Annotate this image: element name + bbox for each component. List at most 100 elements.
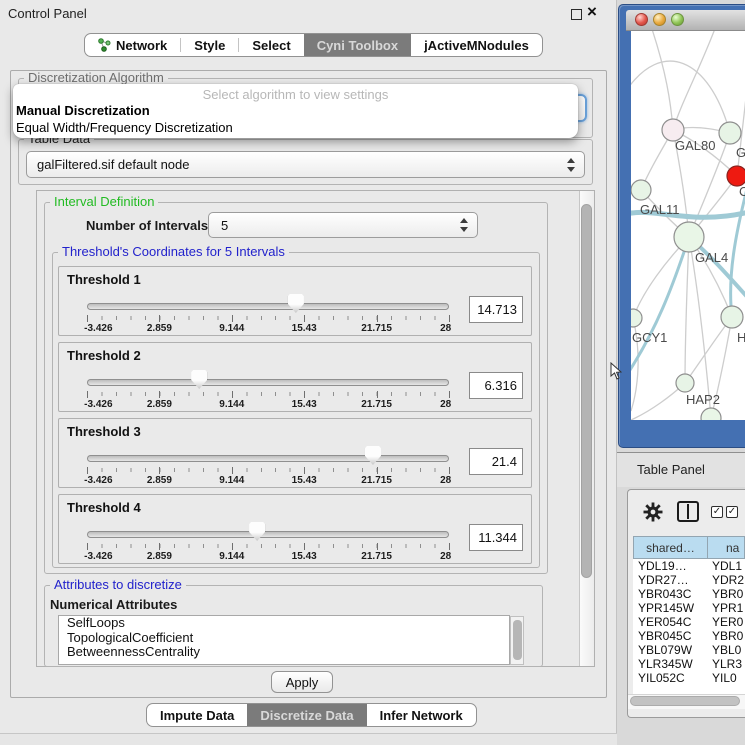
slider-handle[interactable] — [288, 294, 304, 313]
slider-handle[interactable] — [191, 370, 207, 389]
list-item[interactable]: SelfLoops — [59, 616, 509, 631]
select-none-checkbox-icon[interactable]: ✓ — [726, 506, 738, 518]
list-item[interactable]: BetweennessCentrality — [59, 645, 509, 660]
mouse-cursor — [610, 362, 622, 380]
threshold-value-input[interactable] — [469, 448, 523, 475]
threshold-label: Threshold 2 — [67, 348, 141, 363]
table-data-combo-value: galFiltered.sif default node — [37, 157, 189, 172]
attributes-group-title: Attributes to discretize — [50, 578, 186, 592]
popup-option-manual[interactable]: Manual Discretization — [16, 103, 150, 118]
tick-marks — [87, 468, 449, 472]
discretization-algorithm-title: Discretization Algorithm — [24, 71, 168, 85]
threshold-4-slider[interactable]: -3.4262.8599.14415.4321.71528 — [87, 522, 449, 564]
tab-cyni-toolbox[interactable]: Cyni Toolbox — [304, 34, 411, 56]
threshold-1-panel: Threshold 1 -3.4262.8599.14415.4321.7152… — [58, 266, 532, 336]
node-label-clipped-mid: C — [739, 184, 745, 199]
tick-labels: -3.4262.8599.14415.4321.71528 — [87, 551, 449, 563]
popup-option-equal-width[interactable]: Equal Width/Frequency Discretization — [16, 120, 233, 135]
slider-track[interactable] — [87, 379, 449, 386]
interval-definition-title: Interval Definition — [50, 195, 158, 209]
tick-labels: -3.4262.8599.14415.4321.71528 — [87, 399, 449, 411]
table-row[interactable]: YDL19… YDL1 — [633, 559, 745, 573]
tick-labels: -3.4262.8599.14415.4321.71528 — [87, 323, 449, 335]
attributes-scrollbar-thumb[interactable] — [513, 620, 522, 660]
table-row[interactable]: YBR045C YBR0 — [633, 629, 745, 643]
slider-track[interactable] — [87, 455, 449, 462]
table-row[interactable]: YBL079W YBL0 — [633, 643, 745, 657]
threshold-label: Threshold 4 — [67, 500, 141, 515]
threshold-value-input[interactable] — [469, 524, 523, 551]
float-window-icon[interactable] — [571, 9, 582, 20]
slider-handle[interactable] — [365, 446, 381, 465]
numerical-attributes-list[interactable]: SelfLoopsTopologicalCoefficientBetweenne… — [58, 615, 510, 665]
tab-select[interactable]: Select — [239, 34, 303, 56]
tick-marks — [87, 316, 449, 320]
tab-infer-network[interactable]: Infer Network — [367, 704, 476, 726]
node-label-gal4: GAL4 — [695, 250, 728, 265]
column-header-shared-name[interactable]: shared… — [633, 536, 708, 559]
minimize-traffic-light-icon[interactable] — [653, 13, 666, 26]
list-item[interactable]: TopologicalCoefficient — [59, 631, 509, 646]
node-label-hap2: HAP2 — [686, 392, 720, 407]
tab-discretize-data[interactable]: Discretize Data — [247, 704, 366, 726]
footer-strip — [0, 733, 617, 745]
threshold-3-panel: Threshold 3 -3.4262.8599.14415.4321.7152… — [58, 418, 532, 488]
tick-labels: -3.4262.8599.14415.4321.71528 — [87, 475, 449, 487]
threshold-value-input[interactable] — [469, 296, 523, 323]
tab-impute-data[interactable]: Impute Data — [147, 704, 247, 726]
close-traffic-light-icon[interactable] — [635, 13, 648, 26]
bottom-tab-bar: Impute Data Discretize Data Infer Networ… — [146, 703, 477, 727]
node-label-clipped-top: GA — [736, 145, 745, 160]
tick-marks — [87, 544, 449, 548]
threshold-label: Threshold 3 — [67, 424, 141, 439]
numerical-attributes-label: Numerical Attributes — [50, 597, 177, 612]
combo-spinner-icon[interactable] — [567, 158, 575, 172]
tab-jactivemnodules[interactable]: jActiveMNodules — [411, 34, 542, 56]
gear-icon[interactable] — [643, 502, 663, 527]
top-tab-bar: Network Style Select Cyni Toolbox jActiv… — [84, 33, 543, 57]
vertical-scrollbar-thumb[interactable] — [581, 204, 592, 578]
screen: Control Panel × Network Style Select Cyn… — [0, 0, 745, 745]
apply-button[interactable]: Apply — [271, 671, 333, 693]
slider-handle[interactable] — [249, 522, 265, 541]
select-all-checkbox-icon[interactable]: ✓ — [711, 506, 723, 518]
popup-hint: Select algorithm to view settings — [13, 87, 578, 102]
table-row[interactable]: YER054C YER0 — [633, 615, 745, 629]
network-icon — [98, 38, 111, 52]
table-row[interactable]: YLR345W YLR3 — [633, 657, 745, 671]
slider-track[interactable] — [87, 531, 449, 538]
combo-spinner-icon[interactable] — [460, 218, 468, 232]
close-icon[interactable]: × — [587, 2, 597, 22]
number-of-intervals-combo[interactable]: 5 — [208, 212, 478, 238]
table-panel-title: Table Panel — [637, 462, 705, 477]
threshold-value-input[interactable] — [469, 372, 523, 399]
table-row[interactable]: YBR043C YBR0 — [633, 587, 745, 601]
slider-track[interactable] — [87, 303, 449, 310]
algorithm-popup: Select algorithm to view settings Manual… — [13, 84, 578, 138]
table-row[interactable]: YDR27… YDR2 — [633, 573, 745, 587]
node-label-gal11: GAL11 — [640, 202, 680, 217]
number-of-intervals-label: Number of Intervals — [86, 218, 208, 233]
node-label-gal80: GAL80 — [675, 138, 715, 153]
threshold-1-slider[interactable]: -3.4262.8599.14415.4321.71528 — [87, 294, 449, 336]
tab-network[interactable]: Network — [85, 34, 180, 56]
column-header-name[interactable]: na — [707, 536, 745, 559]
table-data-combo[interactable]: galFiltered.sif default node — [26, 151, 585, 178]
column-settings-icon[interactable] — [677, 501, 699, 522]
threshold-2-panel: Threshold 2 -3.4262.8599.14415.4321.7152… — [58, 342, 532, 412]
zoom-traffic-light-icon[interactable] — [671, 13, 684, 26]
threshold-4-panel: Threshold 4 -3.4262.8599.14415.4321.7152… — [58, 494, 532, 564]
threshold-label: Threshold 1 — [67, 272, 141, 287]
node-label-gcy1: GCY1 — [632, 330, 667, 345]
thresholds-group-title: Threshold's Coordinates for 5 Intervals — [58, 245, 289, 259]
table-horizontal-scrollbar-thumb[interactable] — [630, 696, 740, 706]
threshold-2-slider[interactable]: -3.4262.8599.14415.4321.71528 — [87, 370, 449, 412]
tick-marks — [87, 392, 449, 396]
node-table-rows: YDL19… YDL1 YDR27… YDR2 YBR043C YBR0 YPR… — [633, 559, 745, 694]
threshold-3-slider[interactable]: -3.4262.8599.14415.4321.71528 — [87, 446, 449, 488]
table-row[interactable]: YIL052C YIL0 — [633, 671, 745, 685]
network-canvas[interactable]: GAL80 GA GAL11 C GAL4 GCY1 H HAP2 — [631, 31, 745, 420]
table-row[interactable]: YPR145W YPR1 — [633, 601, 745, 615]
tab-style[interactable]: Style — [181, 34, 238, 56]
node-label-clipped-low: H — [737, 330, 745, 345]
